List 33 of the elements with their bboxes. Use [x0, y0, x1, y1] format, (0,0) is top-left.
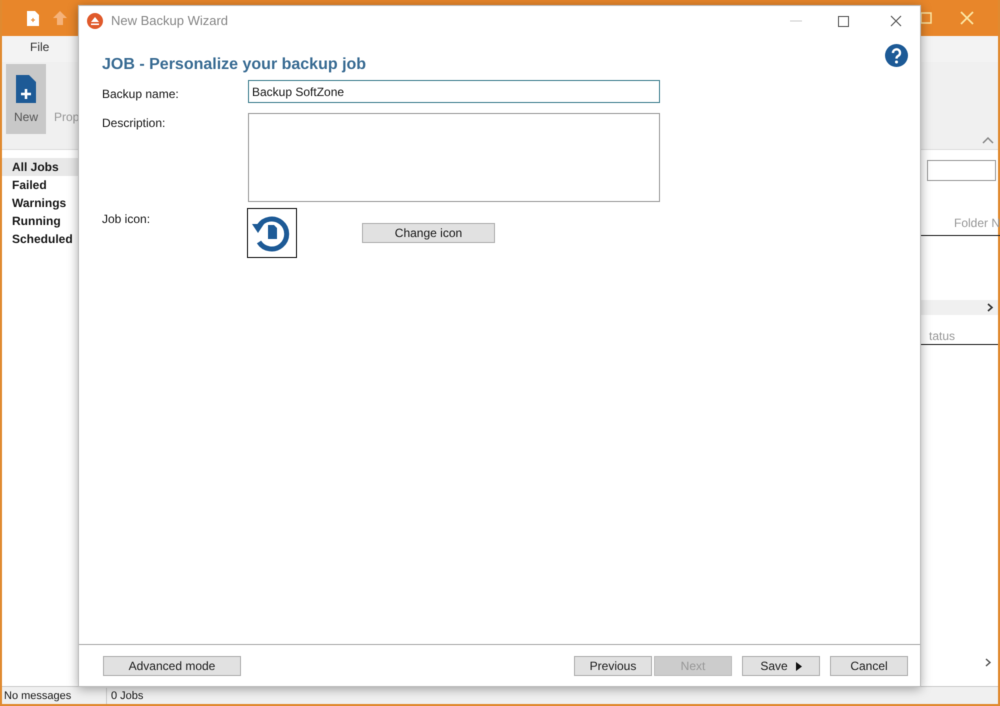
status-text: 0 Jobs	[110, 688, 144, 704]
chevron-right-icon[interactable]	[985, 658, 992, 667]
maximize-icon[interactable]	[838, 16, 849, 26]
menu-tab[interactable]: File	[22, 38, 58, 62]
dialog-heading: JOB - Personalize your backup job	[102, 55, 366, 75]
eject-icon	[87, 13, 103, 29]
arrow-up-icon[interactable]	[52, 10, 68, 26]
change-icon-button[interactable]: Change icon	[362, 223, 495, 243]
dialog-button[interactable]: Advanced mode	[103, 656, 241, 676]
dialog-button[interactable]: Save	[742, 656, 820, 676]
field-label: Job icon:	[102, 211, 152, 228]
chevron-right-icon[interactable]	[987, 303, 994, 312]
name-field[interactable]: Backup SoftZone	[248, 80, 660, 103]
field-label: Backup name:	[102, 86, 180, 103]
sidebar-item[interactable]: All Jobs	[2, 158, 80, 176]
sidebar-item[interactable]: Failed	[2, 176, 80, 194]
document-icon[interactable]	[26, 10, 40, 26]
caret-icon	[796, 662, 802, 670]
sidebar-item[interactable]: Warnings	[2, 194, 80, 212]
help-icon[interactable]	[885, 44, 908, 67]
field-label: Description:	[102, 115, 166, 132]
chevron-up-icon[interactable]	[982, 136, 994, 144]
dialog-button[interactable]: Previous	[574, 656, 652, 676]
sidebar-item[interactable]: Scheduled	[2, 230, 80, 248]
sidebar-item[interactable]: Running	[2, 212, 80, 230]
dialog-button[interactable]: Cancel	[830, 656, 908, 676]
new-document-icon	[15, 74, 37, 104]
minimize-icon[interactable]	[790, 20, 802, 22]
dialog-title: New Backup Wizard	[111, 12, 228, 30]
ribbon-button[interactable]: New	[6, 64, 46, 134]
close-icon[interactable]	[890, 15, 902, 27]
description-field[interactable]	[248, 113, 660, 202]
search-field[interactable]	[927, 160, 996, 181]
